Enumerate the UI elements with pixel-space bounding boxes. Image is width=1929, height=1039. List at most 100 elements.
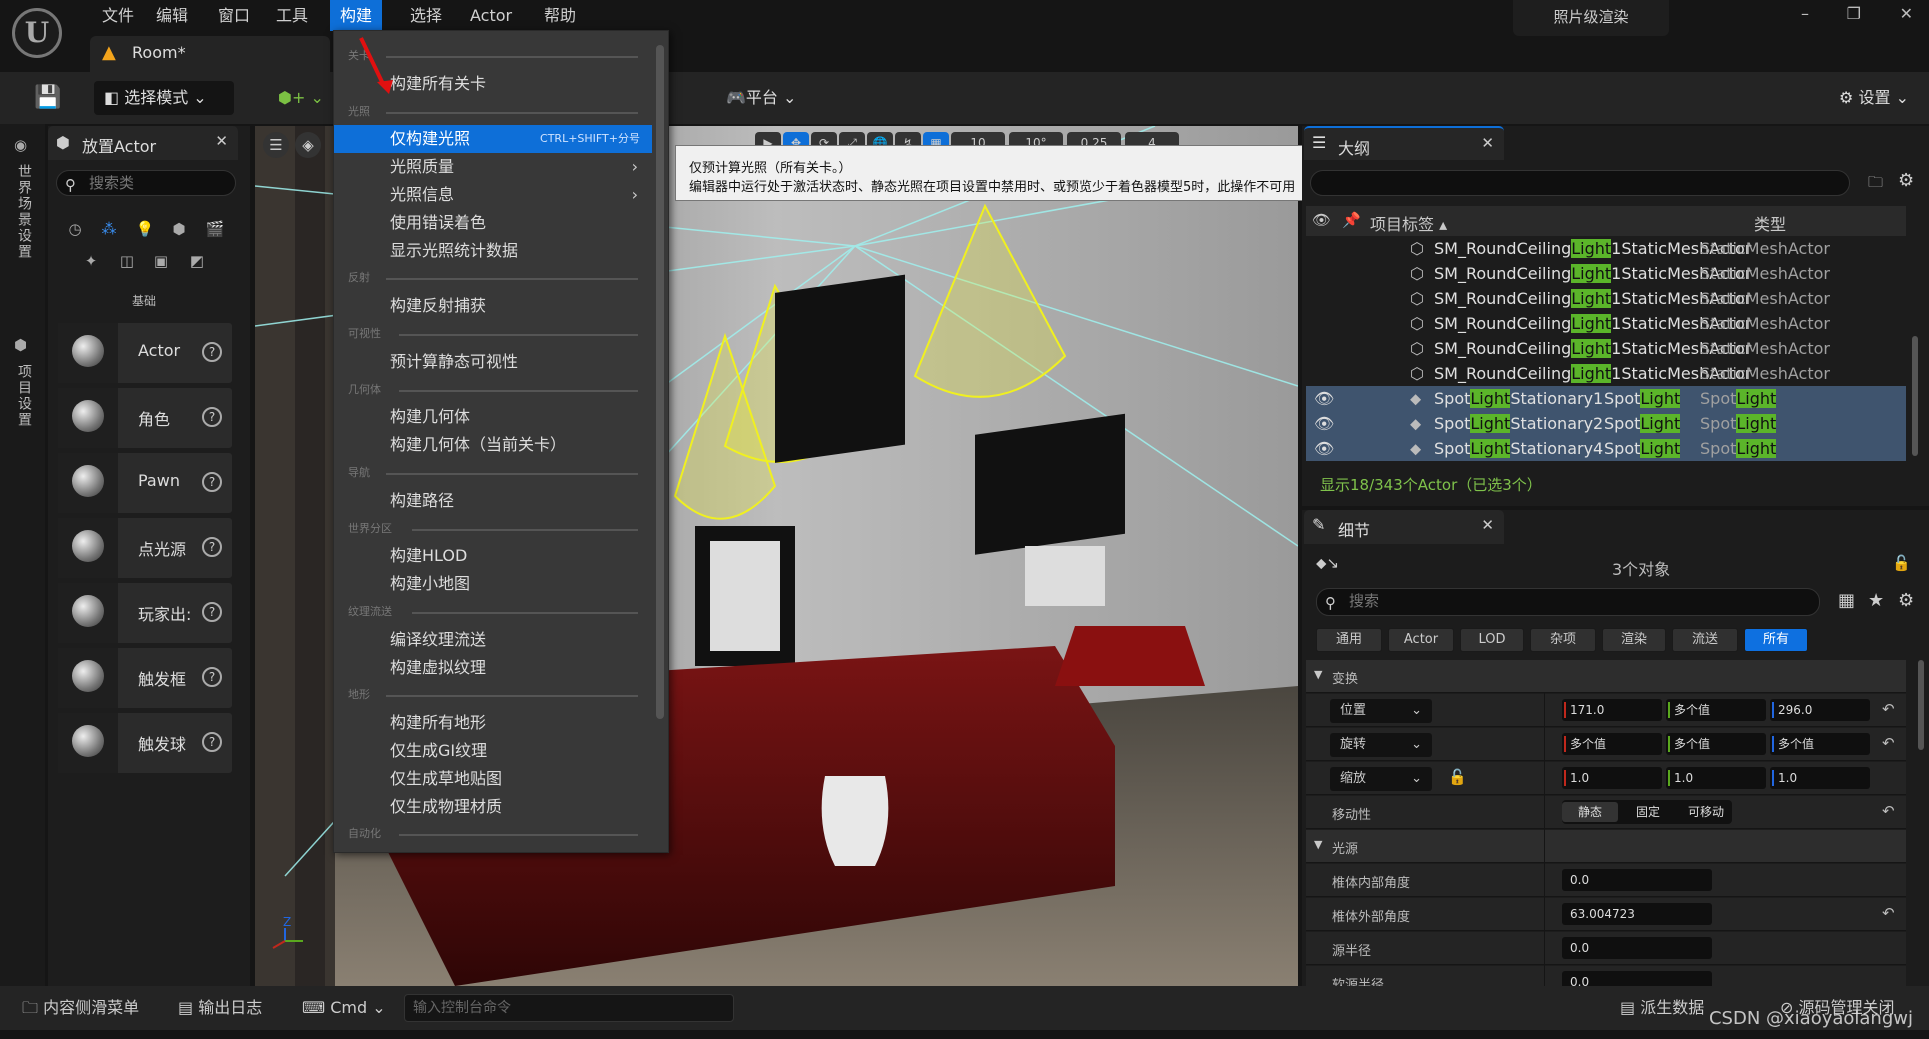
visibility-column-icon[interactable]: 👁 xyxy=(1312,211,1331,229)
menu-scrollbar[interactable] xyxy=(656,45,664,719)
details-tab[interactable]: ✎ 细节 ✕ xyxy=(1304,510,1504,544)
visibility-eye-icon[interactable]: 👁 xyxy=(1314,411,1334,436)
filter-tab[interactable]: LOD xyxy=(1460,628,1524,652)
derived-data-button[interactable]: ▤ 派生数据 xyxy=(1620,992,1704,1024)
menu-item-编译纹理流送[interactable]: 编译纹理流送 xyxy=(334,626,652,654)
select-mode-dropdown[interactable]: ◧ 选择模式 ⌄ xyxy=(94,81,234,115)
world-settings-tab[interactable]: 世界场景设置 xyxy=(14,164,34,260)
details-search-input[interactable]: ⚲ 搜索 xyxy=(1316,588,1820,616)
reset-icon[interactable]: ↶ xyxy=(1882,802,1895,820)
place-actor-item[interactable]: Actor? xyxy=(58,323,232,383)
perspective-button[interactable]: ◈ xyxy=(295,132,321,158)
details-scrollbar[interactable] xyxy=(1918,660,1924,750)
shapes-icon[interactable]: ⬢ xyxy=(166,216,192,242)
mobility-option[interactable]: 可移动 xyxy=(1678,802,1734,822)
visual-effects-icon[interactable]: ✦ xyxy=(78,248,104,274)
cinematic-icon[interactable]: 🎬 xyxy=(202,216,228,242)
menu-item-构建虚拟纹理[interactable]: 构建虚拟纹理 xyxy=(334,654,652,682)
outliner-row[interactable]: ⬡ SM_RoundCeilingLight1StaticMeshActor Sta… xyxy=(1306,261,1906,286)
type-column-header[interactable]: 类型 xyxy=(1754,211,1786,235)
scale-z-field[interactable]: 1.0 xyxy=(1770,767,1870,789)
outliner-row[interactable]: ⬡ SM_RoundCeilingLight1StaticMeshActor Sta… xyxy=(1306,361,1906,386)
save-icon[interactable]: 💾 xyxy=(24,81,71,115)
place-actor-item[interactable]: 玩家出:? xyxy=(58,583,232,643)
location-y-field[interactable]: 多个值 xyxy=(1666,699,1766,721)
place-actor-item[interactable]: 角色? xyxy=(58,388,232,448)
rotation-x-field[interactable]: 多个值 xyxy=(1562,733,1662,755)
menu-1[interactable]: 编辑 xyxy=(146,0,198,31)
pin-column-icon[interactable]: 📌 xyxy=(1342,211,1361,229)
rotation-mode-dropdown[interactable]: 旋转 ⌄ xyxy=(1330,733,1432,757)
unreal-logo[interactable]: U xyxy=(12,8,62,58)
outliner-tab[interactable]: ☰ 大纲 ✕ xyxy=(1304,126,1504,160)
lights-icon[interactable]: 💡 xyxy=(132,216,158,242)
place-actor-item[interactable]: Pawn? xyxy=(58,453,232,513)
outliner-row[interactable]: ⬡ SM_RoundCeilingLight1StaticMeshActor Sta… xyxy=(1306,311,1906,336)
mobility-option[interactable]: 静态 xyxy=(1562,802,1618,822)
menu-item-显示光照统计数据[interactable]: 显示光照统计数据 xyxy=(334,237,652,265)
outliner-row[interactable]: ⬡ SM_RoundCeilingLight1StaticMeshActor Sta… xyxy=(1306,236,1906,261)
document-tab[interactable]: ▲ Room* xyxy=(90,36,330,72)
geometry-icon[interactable]: ◫ xyxy=(114,248,140,274)
outliner-row[interactable]: ⬡ SM_RoundCeilingLight1StaticMeshActor Sta… xyxy=(1306,336,1906,361)
help-icon[interactable]: ? xyxy=(202,667,222,687)
close-icon[interactable]: ✕ xyxy=(1481,134,1494,152)
menu-item-构建反射捕获[interactable]: 构建反射捕获 xyxy=(334,292,652,320)
project-settings-tab[interactable]: 项目设置 xyxy=(14,364,34,428)
outliner-row[interactable]: ⬡ SM_RoundCeilingLight1StaticMeshActor Sta… xyxy=(1306,286,1906,311)
content-drawer-button[interactable]: 🗀 内容侧滑菜单 xyxy=(22,992,139,1024)
settings-dropdown[interactable]: ⚙ 设置 ⌄ xyxy=(1829,81,1919,115)
mobility-option[interactable]: 固定 xyxy=(1620,802,1676,822)
menu-item-使用错误着色[interactable]: 使用错误着色 xyxy=(334,209,652,237)
table-view-icon[interactable]: ▦ xyxy=(1838,590,1855,611)
add-actor-button[interactable]: ⬢+ ⌄ xyxy=(268,81,334,115)
location-mode-dropdown[interactable]: 位置 ⌄ xyxy=(1330,699,1432,723)
platform-dropdown[interactable]: 🎮平台 ⌄ xyxy=(716,81,806,115)
place-actor-item[interactable]: 点光源? xyxy=(58,518,232,578)
reset-icon[interactable]: ↶ xyxy=(1882,734,1895,752)
all-classes-icon[interactable]: ◩ xyxy=(184,248,210,274)
viewport-options-button[interactable]: ☰ xyxy=(263,132,289,158)
menu-item-仅生成物理材质[interactable]: 仅生成物理材质 xyxy=(334,793,652,821)
category-transform[interactable]: ▼ 变换 xyxy=(1306,660,1906,693)
class-search-input[interactable]: ⚲ 搜索类 xyxy=(56,170,236,196)
menu-item-仅构建光照[interactable]: 仅构建光照 CTRL+SHIFT+分号 xyxy=(334,125,652,154)
lock-icon[interactable]: 🔓 xyxy=(1448,768,1467,786)
basic-icon[interactable]: ⁂ xyxy=(96,216,122,242)
close-icon[interactable]: ✕ xyxy=(215,132,228,150)
rotation-z-field[interactable]: 多个值 xyxy=(1770,733,1870,755)
menu-item-构建小地图[interactable]: 构建小地图 xyxy=(334,570,652,598)
volumes-icon[interactable]: ▣ xyxy=(148,248,174,274)
gear-icon[interactable]: ⚙ xyxy=(1898,590,1914,611)
reset-icon[interactable]: ↶ xyxy=(1882,904,1895,922)
cmd-dropdown[interactable]: ⌨ Cmd ⌄ xyxy=(302,992,386,1024)
menu-4[interactable]: 构建 xyxy=(330,0,383,31)
menu-item-仅生成草地贴图[interactable]: 仅生成草地贴图 xyxy=(334,765,652,793)
outliner-search-input[interactable] xyxy=(1310,170,1850,196)
menu-item-构建几何体（当前关卡）[interactable]: 构建几何体（当前关卡） xyxy=(334,431,652,459)
menu-5[interactable]: 选择 xyxy=(400,0,452,31)
property-value-field[interactable]: 0.0 xyxy=(1562,869,1712,891)
outliner-row[interactable]: 👁 ⬥ SpotLightStationary4 SpotLight SpotLight xyxy=(1306,436,1906,461)
menu-6[interactable]: Actor xyxy=(460,0,522,31)
scale-y-field[interactable]: 1.0 xyxy=(1666,767,1766,789)
location-z-field[interactable]: 296.0 xyxy=(1770,699,1870,721)
close-window-button[interactable]: ✕ xyxy=(1900,4,1913,23)
help-icon[interactable]: ? xyxy=(202,602,222,622)
filter-tab[interactable]: 通用 xyxy=(1316,628,1382,652)
visibility-eye-icon[interactable]: 👁 xyxy=(1314,436,1334,461)
property-value-field[interactable]: 0.0 xyxy=(1562,937,1712,959)
filter-tab[interactable]: 渲染 xyxy=(1602,628,1666,652)
help-icon[interactable]: ? xyxy=(202,537,222,557)
reset-icon[interactable]: ↶ xyxy=(1882,700,1895,718)
menu-item-构建HLOD[interactable]: 构建HLOD xyxy=(334,542,652,570)
scale-x-field[interactable]: 1.0 xyxy=(1562,767,1662,789)
render-mode-label[interactable]: 照片级渲染 xyxy=(1513,0,1669,36)
menu-item-仅生成GI纹理[interactable]: 仅生成GI纹理 xyxy=(334,737,652,765)
menu-item-预计算静态可视性[interactable]: 预计算静态可视性 xyxy=(334,348,652,376)
filter-tab[interactable]: 流送 xyxy=(1672,628,1738,652)
place-actor-tab[interactable]: ⬢ 放置Actor ✕ xyxy=(48,126,238,160)
recent-icon[interactable]: ◷ xyxy=(62,216,88,242)
property-value-field[interactable]: 63.004723 xyxy=(1562,903,1712,925)
output-log-button[interactable]: ▤ 输出日志 xyxy=(178,992,262,1024)
